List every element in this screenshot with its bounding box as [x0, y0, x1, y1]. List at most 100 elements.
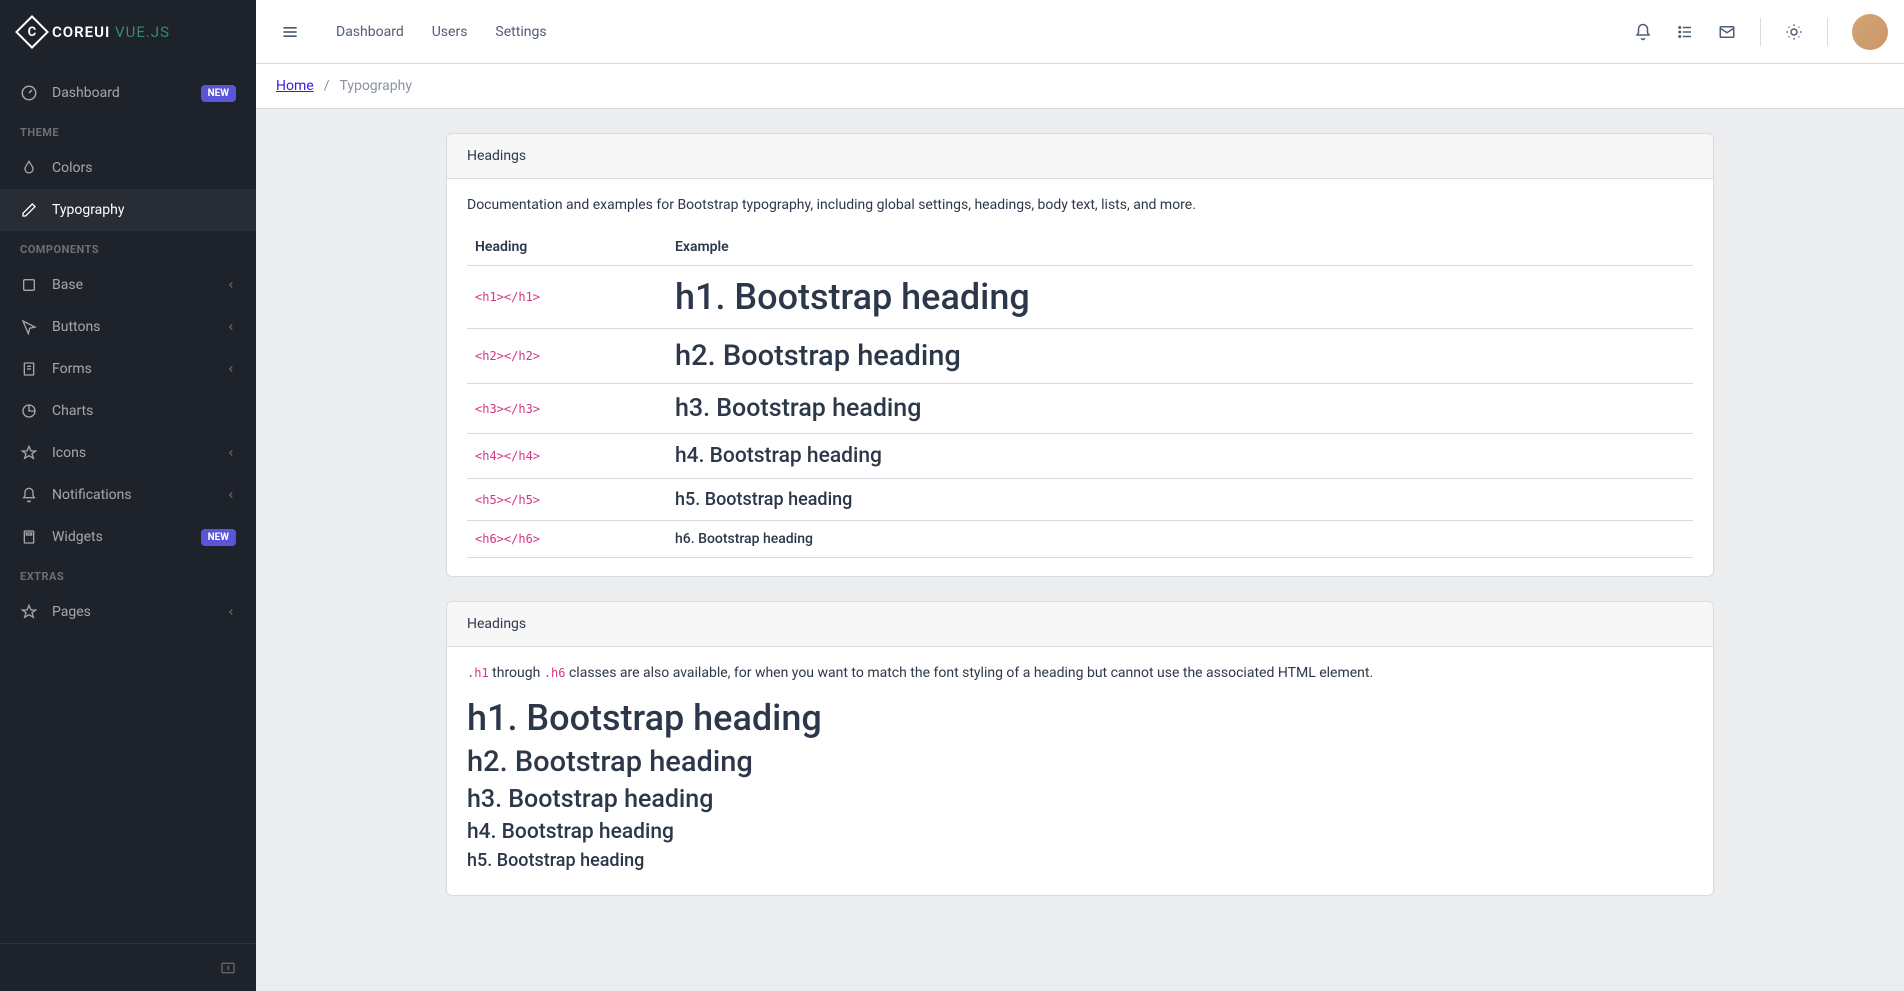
heading-tag-code: <h1></h1> [475, 290, 540, 304]
star-icon [20, 603, 38, 621]
nav-title-theme: THEME [0, 114, 256, 147]
cursor-icon [20, 318, 38, 336]
heading-class-example: h2. Bootstrap heading [467, 745, 1693, 779]
sidebar-item-label: Forms [52, 361, 212, 377]
card-headings-classes: Headings .h1 through .h6 classes are als… [446, 601, 1714, 896]
drop-icon [20, 159, 38, 177]
sidebar-item-notifications[interactable]: Notifications [0, 474, 256, 516]
sidebar-item-dashboard[interactable]: Dashboard NEW [0, 72, 256, 114]
heading-tag-code: <h3></h3> [475, 402, 540, 416]
badge-new: NEW [201, 85, 236, 102]
pencil-icon [20, 201, 38, 219]
sidebar-item-icons[interactable]: Icons [0, 432, 256, 474]
sidebar-item-label: Dashboard [52, 85, 187, 101]
header-nav: Dashboard Users Settings [324, 16, 559, 48]
puzzle-icon [20, 276, 38, 294]
sidebar-item-label: Colors [52, 160, 236, 176]
sidebar-item-charts[interactable]: Charts [0, 390, 256, 432]
breadcrumb: Home / Typography [276, 78, 1884, 94]
bell-icon[interactable] [1624, 15, 1662, 49]
heading-tag-code: <h5></h5> [475, 493, 540, 507]
sidebar-item-base[interactable]: Base [0, 264, 256, 306]
sidebar-item-typography[interactable]: Typography [0, 189, 256, 231]
sidebar-nav: Dashboard NEW THEME Colors Typography CO… [0, 64, 256, 943]
chevron-left-icon [226, 364, 236, 374]
speedometer-icon [20, 84, 38, 102]
calculator-icon [20, 528, 38, 546]
header: Dashboard Users Settings Home / [256, 0, 1904, 109]
code-h1: .h1 [467, 666, 489, 680]
heading-class-example: h3. Bootstrap heading [467, 785, 1693, 814]
sidebar-item-label: Typography [52, 202, 236, 218]
sidebar-item-buttons[interactable]: Buttons [0, 306, 256, 348]
envelope-icon[interactable] [1708, 15, 1746, 49]
badge-new: NEW [201, 529, 236, 546]
star-icon [20, 444, 38, 462]
table-header-example: Example [667, 229, 1693, 266]
sidebar-footer [0, 943, 256, 991]
card-title: Headings [447, 602, 1713, 647]
card-title: Headings [447, 134, 1713, 179]
header-nav-dashboard[interactable]: Dashboard [324, 16, 416, 48]
table-header-heading: Heading [467, 229, 667, 266]
heading-example: h6. Bootstrap heading [675, 531, 813, 547]
table-row: <h2></h2>h2. Bootstrap heading [467, 329, 1693, 384]
brand-name: COREUI VUE.JS [52, 23, 170, 41]
table-row: <h5></h5> h5. Bootstrap heading [467, 479, 1693, 521]
sun-icon[interactable] [1775, 15, 1813, 49]
code-h6: .h6 [544, 666, 566, 680]
sidebar-item-label: Buttons [52, 319, 212, 335]
sidebar-item-label: Pages [52, 604, 212, 620]
sidebar-minimize-icon[interactable] [220, 960, 236, 976]
sidebar-item-pages[interactable]: Pages [0, 591, 256, 633]
heading-example: h4. Bootstrap heading [675, 444, 882, 468]
sidebar-item-label: Widgets [52, 529, 187, 545]
heading-example: h2. Bootstrap heading [675, 339, 961, 373]
table-row: <h1></h1> h1. Bootstrap heading [467, 266, 1693, 329]
card-description: Documentation and examples for Bootstrap… [467, 197, 1693, 213]
sidebar-item-forms[interactable]: Forms [0, 348, 256, 390]
breadcrumb-home[interactable]: Home [276, 78, 314, 94]
sidebar-item-label: Base [52, 277, 212, 293]
chevron-left-icon [226, 322, 236, 332]
breadcrumb-current: Typography [339, 78, 411, 94]
chart-pie-icon [20, 402, 38, 420]
sidebar-item-colors[interactable]: Colors [0, 147, 256, 189]
sidebar-item-label: Notifications [52, 487, 212, 503]
bell-icon [20, 486, 38, 504]
menu-toggle-icon[interactable] [272, 14, 308, 50]
heading-class-example: h1. Bootstrap heading [467, 697, 1693, 739]
sidebar-item-widgets[interactable]: Widgets NEW [0, 516, 256, 558]
brand[interactable]: COREUI VUE.JS [0, 0, 256, 64]
nav-title-extras: EXTRAS [0, 558, 256, 591]
card-headings-table: Headings Documentation and examples for … [446, 133, 1714, 577]
chevron-left-icon [226, 280, 236, 290]
heading-example: h5. Bootstrap heading [675, 489, 852, 510]
headings-table: Heading Example <h1></h1> h1. Bootstrap h… [467, 229, 1693, 558]
list-icon[interactable] [1666, 15, 1704, 49]
notes-icon [20, 360, 38, 378]
heading-example: h1. Bootstrap heading [675, 276, 1030, 318]
sidebar-item-label: Icons [52, 445, 212, 461]
heading-example: h3. Bootstrap heading [675, 394, 921, 423]
sidebar: COREUI VUE.JS Dashboard NEW THEME Colors [0, 0, 256, 991]
header-nav-users[interactable]: Users [420, 16, 480, 48]
heading-tag-code: <h6></h6> [475, 532, 540, 546]
card-description: .h1 through .h6 classes are also availab… [467, 665, 1693, 681]
heading-tag-code: <h4></h4> [475, 449, 540, 463]
main-content: Headings Documentation and examples for … [256, 109, 1904, 944]
avatar[interactable] [1852, 14, 1888, 50]
heading-class-example: h5. Bootstrap heading [467, 850, 1693, 871]
sidebar-item-label: Charts [52, 403, 236, 419]
table-row: <h3></h3> h3. Bootstrap heading [467, 384, 1693, 434]
table-row: <h6></h6> h6. Bootstrap heading [467, 521, 1693, 558]
table-row: <h4></h4> h4. Bootstrap heading [467, 434, 1693, 479]
nav-title-components: COMPONENTS [0, 231, 256, 264]
divider [1760, 18, 1761, 46]
chevron-left-icon [226, 448, 236, 458]
heading-class-example: h4. Bootstrap heading [467, 820, 1693, 844]
breadcrumb-separator: / [324, 78, 330, 94]
chevron-left-icon [226, 490, 236, 500]
brand-logo-icon [15, 15, 49, 49]
header-nav-settings[interactable]: Settings [483, 16, 558, 48]
